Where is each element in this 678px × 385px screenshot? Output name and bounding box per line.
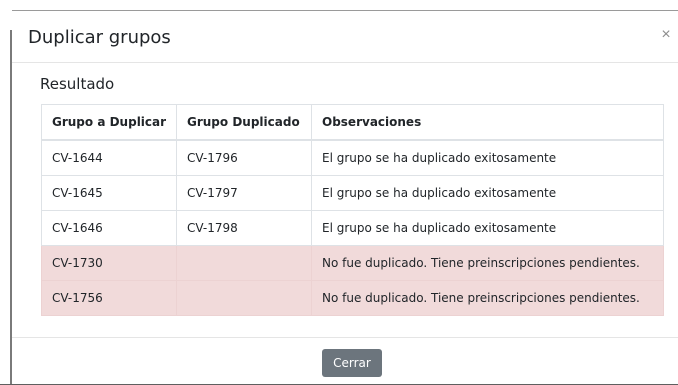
page-backdrop <box>0 10 12 384</box>
cell-duplicate: CV-1798 <box>176 210 312 246</box>
column-header-duplicate: Grupo Duplicado <box>176 104 312 141</box>
cell-observation: El grupo se ha duplicado exitosamente <box>311 139 664 176</box>
duplicate-groups-dialog: Duplicar grupos × Resultado Grupo a Dupl… <box>12 10 678 384</box>
close-button[interactable]: Cerrar <box>322 349 382 377</box>
table-row: CV-1646 CV-1798 El grupo se ha duplicado… <box>41 210 664 246</box>
table-row: CV-1645 CV-1797 El grupo se ha duplicado… <box>41 175 664 211</box>
table-header-row: Grupo a Duplicar Grupo Duplicado Observa… <box>41 104 664 141</box>
table-row-failed: CV-1730 No fue duplicado. Tiene preinscr… <box>41 245 664 281</box>
cell-observation: El grupo se ha duplicado exitosamente <box>311 175 664 211</box>
table-row-failed: CV-1756 No fue duplicado. Tiene preinscr… <box>41 280 664 316</box>
window-top-edge <box>0 0 678 10</box>
table-row: CV-1644 CV-1796 El grupo se ha duplicado… <box>41 139 664 176</box>
result-section-title: Resultado <box>40 75 115 93</box>
dialog-header: Duplicar grupos × <box>12 11 678 63</box>
cell-duplicate <box>176 245 312 281</box>
cell-original: CV-1645 <box>41 175 177 211</box>
cell-observation: El grupo se ha duplicado exitosamente <box>311 210 664 246</box>
cell-original: CV-1644 <box>41 139 177 176</box>
cell-original: CV-1730 <box>41 245 177 281</box>
column-header-observations: Observaciones <box>311 104 664 141</box>
dialog-title: Duplicar grupos <box>28 27 171 48</box>
close-icon[interactable]: × <box>658 27 674 43</box>
dialog-footer: Cerrar <box>12 337 678 385</box>
results-table: Grupo a Duplicar Grupo Duplicado Observa… <box>41 104 664 316</box>
column-header-original: Grupo a Duplicar <box>41 104 177 141</box>
cell-observation: No fue duplicado. Tiene preinscripciones… <box>311 280 664 316</box>
cell-original: CV-1756 <box>41 280 177 316</box>
cell-original: CV-1646 <box>41 210 177 246</box>
cell-duplicate: CV-1797 <box>176 175 312 211</box>
cell-duplicate: CV-1796 <box>176 139 312 176</box>
cell-observation: No fue duplicado. Tiene preinscripciones… <box>311 245 664 281</box>
cell-duplicate <box>176 280 312 316</box>
